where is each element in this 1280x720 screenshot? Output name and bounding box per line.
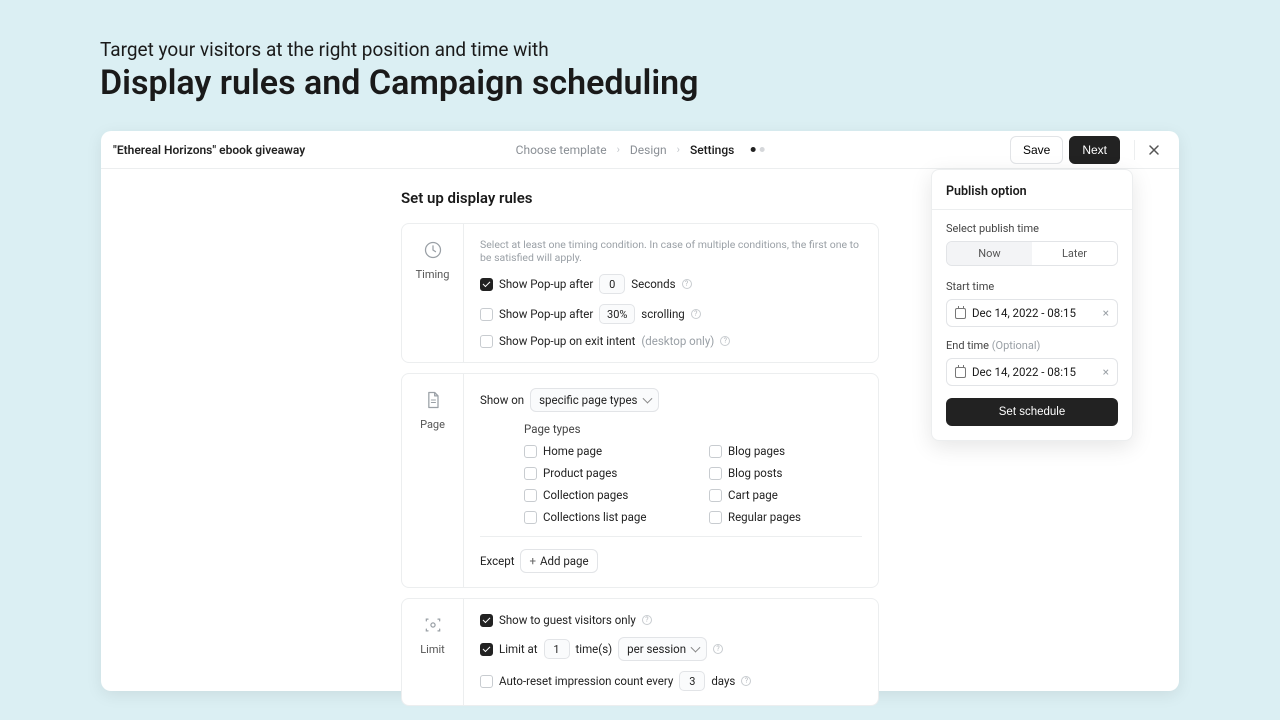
panel-page: Page Show on specific page types Page ty… xyxy=(401,373,879,588)
info-icon[interactable] xyxy=(720,336,730,346)
calendar-icon xyxy=(955,367,966,378)
add-page-button[interactable]: + Add page xyxy=(520,549,597,573)
panel-label-limit: Limit xyxy=(420,643,445,656)
segment-later[interactable]: Later xyxy=(1032,242,1117,265)
divider xyxy=(932,209,1132,210)
checkbox-limit-at[interactable] xyxy=(480,643,493,656)
checkbox-exit-intent[interactable] xyxy=(480,335,493,348)
label-collection-pages: Collection pages xyxy=(543,488,628,502)
segment-now[interactable]: Now xyxy=(947,242,1032,265)
chevron-right-icon: › xyxy=(617,143,620,156)
campaign-title: "Ethereal Horizons" ebook giveaway xyxy=(113,143,305,157)
info-icon[interactable] xyxy=(642,615,652,625)
label-auto-reset: Auto-reset impression count every xyxy=(499,674,673,688)
label-show-after-scroll: Show Pop-up after xyxy=(499,307,593,321)
select-show-on[interactable]: specific page types xyxy=(530,388,658,412)
label-product-pages: Product pages xyxy=(543,466,617,480)
limit-icon xyxy=(421,613,445,637)
checkbox-cart-page[interactable] xyxy=(709,489,722,502)
step-settings[interactable]: Settings xyxy=(690,143,734,157)
chevron-right-icon: › xyxy=(677,143,680,156)
panel-label-page: Page xyxy=(420,418,445,431)
unit-days: days xyxy=(711,674,735,688)
label-except: Except xyxy=(480,554,514,568)
input-start-time[interactable]: Dec 14, 2022 - 08:15 × xyxy=(946,299,1118,327)
label-start-time: Start time xyxy=(946,280,1118,293)
step-progress-dots xyxy=(750,147,764,152)
label-guest-only: Show to guest visitors only xyxy=(499,613,636,627)
page-icon xyxy=(421,388,445,412)
info-icon[interactable] xyxy=(691,309,701,319)
input-end-time[interactable]: Dec 14, 2022 - 08:15 × xyxy=(946,358,1118,386)
popover-title: Publish option xyxy=(946,184,1118,199)
checkbox-collection-pages[interactable] xyxy=(524,489,537,502)
divider xyxy=(1134,140,1135,160)
plus-icon: + xyxy=(529,554,536,568)
save-button[interactable]: Save xyxy=(1010,136,1063,164)
info-icon[interactable] xyxy=(741,676,751,686)
checkbox-auto-reset[interactable] xyxy=(480,675,493,688)
panel-limit: Limit Show to guest visitors only Limit … xyxy=(401,598,879,706)
page-types-heading: Page types xyxy=(524,422,862,436)
checkbox-regular-pages[interactable] xyxy=(709,511,722,524)
label-cart-page: Cart page xyxy=(728,488,778,502)
note-desktop-only: (desktop only) xyxy=(641,334,714,348)
close-button[interactable] xyxy=(1141,137,1167,163)
info-icon[interactable] xyxy=(713,644,723,654)
set-schedule-button[interactable]: Set schedule xyxy=(946,398,1118,426)
clear-end-time[interactable]: × xyxy=(1103,365,1109,379)
label-home-page: Home page xyxy=(543,444,602,458)
calendar-icon xyxy=(955,308,966,319)
hero-subtitle: Target your visitors at the right positi… xyxy=(100,38,1180,61)
panel-timing: Timing Select at least one timing condit… xyxy=(401,223,879,363)
input-limit-count[interactable]: 1 xyxy=(544,639,570,659)
input-scroll-percent[interactable]: 30% xyxy=(599,304,635,324)
checkbox-collections-list[interactable] xyxy=(524,511,537,524)
label-blog-posts: Blog posts xyxy=(728,466,782,480)
value-start-time: Dec 14, 2022 - 08:15 xyxy=(972,306,1076,320)
panel-label-timing: Timing xyxy=(416,268,450,281)
top-bar: "Ethereal Horizons" ebook giveaway Choos… xyxy=(101,131,1179,169)
label-select-publish-time: Select publish time xyxy=(946,222,1118,235)
clock-icon xyxy=(421,238,445,262)
next-button[interactable]: Next xyxy=(1069,136,1120,164)
label-exit-intent: Show Pop-up on exit intent xyxy=(499,334,635,348)
label-collections-list: Collections list page xyxy=(543,510,646,524)
step-choose-template[interactable]: Choose template xyxy=(516,143,607,157)
checkbox-blog-pages[interactable] xyxy=(709,445,722,458)
clear-start-time[interactable]: × xyxy=(1103,306,1109,320)
label-blog-pages: Blog pages xyxy=(728,444,785,458)
publish-popover: Publish option Select publish time Now L… xyxy=(931,169,1133,441)
label-regular-pages: Regular pages xyxy=(728,510,801,524)
unit-times: time(s) xyxy=(576,642,613,656)
label-show-after: Show Pop-up after xyxy=(499,277,593,291)
step-design[interactable]: Design xyxy=(630,143,667,157)
hero-title: Display rules and Campaign scheduling xyxy=(100,63,1180,103)
label-show-on: Show on xyxy=(480,393,524,407)
checkbox-home-page[interactable] xyxy=(524,445,537,458)
label-end-time: End time (Optional) xyxy=(946,339,1118,352)
input-reset-days[interactable]: 3 xyxy=(679,671,705,691)
checkbox-show-after-scroll[interactable] xyxy=(480,308,493,321)
input-seconds[interactable]: 0 xyxy=(599,274,625,294)
info-icon[interactable] xyxy=(682,279,692,289)
checkbox-show-after-seconds[interactable] xyxy=(480,278,493,291)
checkbox-guest-only[interactable] xyxy=(480,614,493,627)
divider xyxy=(480,536,862,537)
unit-scrolling: scrolling xyxy=(641,307,685,321)
step-nav: Choose template › Design › Settings xyxy=(516,143,765,157)
app-window: "Ethereal Horizons" ebook giveaway Choos… xyxy=(101,131,1179,691)
timing-hint: Select at least one timing condition. In… xyxy=(480,238,862,264)
unit-seconds: Seconds xyxy=(631,277,675,291)
value-end-time: Dec 14, 2022 - 08:15 xyxy=(972,365,1076,379)
add-page-label: Add page xyxy=(540,554,589,568)
close-icon xyxy=(1148,144,1160,156)
checkbox-blog-posts[interactable] xyxy=(709,467,722,480)
checkbox-product-pages[interactable] xyxy=(524,467,537,480)
segment-publish-time: Now Later xyxy=(946,241,1118,266)
label-limit-at: Limit at xyxy=(499,642,538,656)
select-limit-scope[interactable]: per session xyxy=(618,637,707,661)
